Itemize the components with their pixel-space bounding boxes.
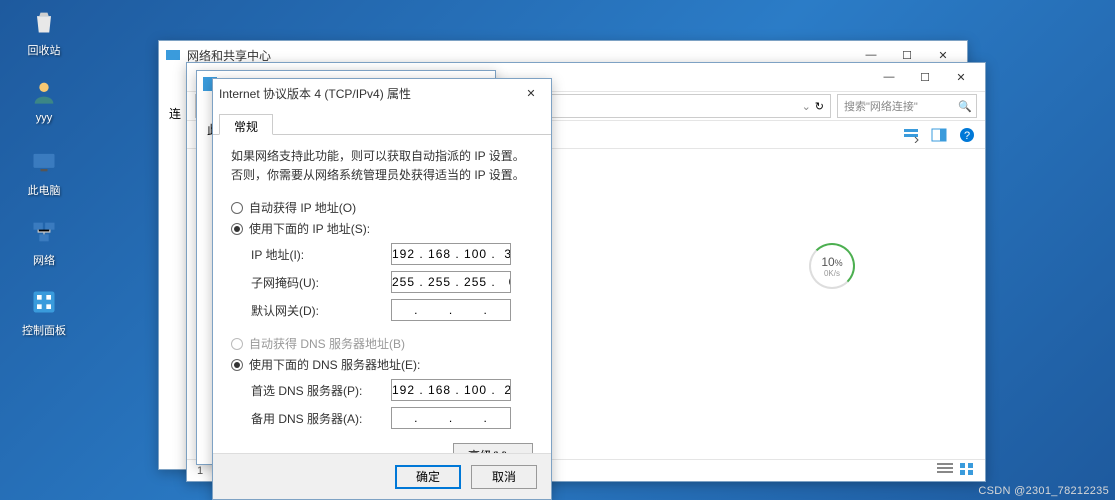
details-view-icon[interactable] (937, 462, 953, 479)
alternate-dns-input[interactable] (391, 407, 511, 429)
tab-general[interactable]: 常规 (219, 114, 273, 135)
close-button[interactable]: ✕ (943, 65, 979, 89)
watermark: CSDN @2301_78212235 (978, 485, 1109, 497)
ip-address-input[interactable] (391, 243, 511, 265)
preferred-dns-label: 首选 DNS 服务器(P): (251, 382, 391, 399)
large-icons-view-icon[interactable] (959, 462, 975, 479)
window-title: 网络和共享中心 (187, 47, 271, 64)
default-gateway-input[interactable] (391, 299, 511, 321)
speed-gauge: 10% 0K/s (809, 243, 855, 289)
cancel-button[interactable]: 取消 (471, 465, 537, 489)
radio-icon (231, 359, 243, 371)
subnet-mask-input[interactable] (391, 271, 511, 293)
ip-address-label: IP 地址(I): (251, 246, 391, 263)
view-options-icon[interactable] (903, 127, 919, 143)
search-input[interactable]: 搜索"网络连接"🔍 (837, 94, 977, 118)
preferred-dns-input[interactable] (391, 379, 511, 401)
recycle-bin-icon (28, 6, 60, 38)
radio-icon (231, 202, 243, 214)
close-button[interactable]: ✕ (517, 81, 545, 105)
titlebar[interactable]: Internet 协议版本 4 (TCP/IPv4) 属性 ✕ (213, 79, 551, 107)
alternate-dns-label: 备用 DNS 服务器(A): (251, 410, 391, 427)
general-panel: 如果网络支持此功能，则可以获取自动指派的 IP 设置。否则，你需要从网络系统管理… (213, 135, 551, 478)
network-icon (28, 216, 60, 248)
radio-use-ip-following[interactable]: 使用下面的 IP 地址(S): (231, 220, 533, 237)
desktop-icon-recycle-bin[interactable]: 回收站 (14, 6, 74, 58)
desktop-icon-this-pc[interactable]: 此电脑 (14, 146, 74, 198)
refresh-icon[interactable]: ↻ (815, 100, 824, 113)
ok-button[interactable]: 确定 (395, 465, 461, 489)
desktop-icon-label: yyy (14, 112, 74, 124)
desktop-icon-label: 回收站 (14, 42, 74, 58)
preview-pane-icon[interactable] (931, 127, 947, 143)
control-panel-icon (28, 286, 60, 318)
window-icon (165, 47, 181, 63)
user-folder-icon (28, 76, 60, 108)
desktop-icon-label: 网络 (14, 252, 74, 268)
search-icon: 🔍 (958, 100, 972, 113)
desktop-icon-control-panel[interactable]: 控制面板 (14, 286, 74, 338)
dropdown-icon[interactable]: ⌄ (802, 100, 811, 113)
maximize-button[interactable]: ☐ (907, 65, 943, 89)
dialog-footer: 确定 取消 (213, 453, 551, 499)
radio-use-dns-following[interactable]: 使用下面的 DNS 服务器地址(E): (231, 356, 533, 373)
radio-icon (231, 338, 243, 350)
default-gateway-label: 默认网关(D): (251, 302, 391, 319)
description-text: 如果网络支持此功能，则可以获取自动指派的 IP 设置。否则，你需要从网络系统管理… (231, 147, 533, 185)
dialog-title: Internet 协议版本 4 (TCP/IPv4) 属性 (219, 85, 411, 102)
radio-obtain-dns-auto: 自动获得 DNS 服务器地址(B) (231, 335, 533, 352)
desktop-icon-label: 此电脑 (14, 182, 74, 198)
subnet-mask-label: 子网掩码(U): (251, 274, 391, 291)
tab-strip: 常规 (213, 107, 551, 135)
desktop-icon-folder[interactable]: yyy (14, 76, 74, 124)
item-count: 1 (197, 465, 203, 477)
radio-icon (231, 223, 243, 235)
radio-obtain-ip-auto[interactable]: 自动获得 IP 地址(O) (231, 199, 533, 216)
pc-icon (28, 146, 60, 178)
svg-text:?: ? (964, 130, 970, 142)
help-icon[interactable]: ? (959, 127, 975, 143)
desktop-icon-network[interactable]: 网络 (14, 216, 74, 268)
minimize-button[interactable]: — (871, 65, 907, 89)
dialog-ipv4-properties: Internet 协议版本 4 (TCP/IPv4) 属性 ✕ 常规 如果网络支… (212, 78, 552, 500)
desktop-icon-label: 控制面板 (14, 322, 74, 338)
